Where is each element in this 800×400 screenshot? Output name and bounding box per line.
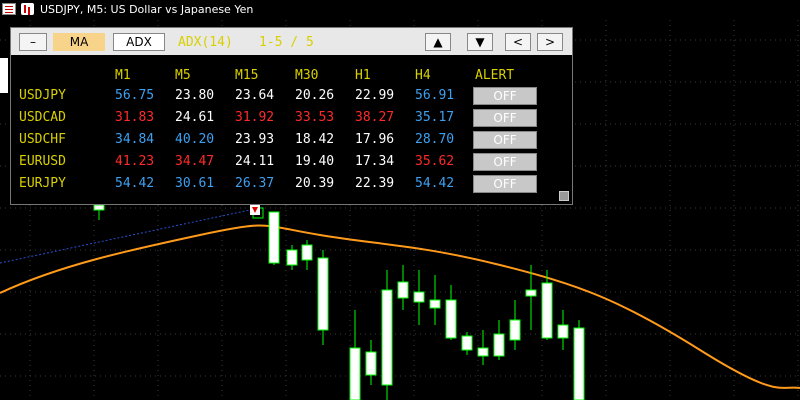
adx-value: 28.70 [415,132,455,147]
candle-body [268,211,280,264]
minimize-button[interactable]: – [19,33,47,51]
adx-value: 34.47 [175,154,215,169]
adx-value: 22.99 [355,88,395,103]
tab-ma[interactable]: MA [53,33,105,51]
adx-value: 54.42 [415,176,455,191]
candle-body [413,291,425,303]
chart-window-icon [21,3,34,15]
trend-line [0,209,251,264]
header-h4: H4 [415,68,431,83]
prev-page-button[interactable]: < [505,33,531,51]
symbol-label: USDCAD [19,110,66,125]
candle-body [445,299,457,339]
alert-toggle-button[interactable]: OFF [473,131,537,149]
candle-body [317,257,329,331]
adx-value: 24.61 [175,110,215,125]
alert-toggle-button[interactable]: OFF [473,87,537,105]
adx-value: 17.34 [355,154,395,169]
candle-body [573,327,585,400]
adx-value: 19.40 [295,154,335,169]
scroll-up-button[interactable]: ▲ [425,33,451,51]
candle-body [429,299,441,309]
table-row: USDJPY 56.75 23.80 23.64 20.26 22.99 56.91 OFF [11,87,572,110]
symbol-label: USDJPY [19,88,66,103]
header-m1: M1 [115,68,131,83]
candle-body [93,204,105,211]
adx-value: 26.37 [235,176,275,191]
chart-title-bar: USDJPY, M5: US Dollar vs Japanese Yen [0,0,800,20]
candle-body [349,347,361,400]
adx-value: 35.17 [415,110,455,125]
header-m30: M30 [295,68,319,83]
adx-value: 31.83 [115,110,155,125]
window-menu-icon[interactable] [2,3,16,15]
adx-value: 31.92 [235,110,275,125]
candle-body [0,58,8,93]
candle-body [557,324,569,339]
table-row: USDCHF 34.84 40.20 23.93 18.42 17.96 28.70 OFF [11,131,572,154]
next-page-button[interactable]: > [537,33,563,51]
adx-value: 38.27 [355,110,395,125]
table-row: EURJPY 54.42 30.61 26.37 20.39 22.39 54.42 OFF [11,175,572,198]
header-m5: M5 [175,68,191,83]
adx-dashboard-panel: – MA ADX ADX(14) 1-5 / 5 ▲ ▼ < > M1 M5 M… [10,27,573,205]
adx-value: 17.96 [355,132,395,147]
adx-value: 23.93 [235,132,275,147]
adx-value: 40.20 [175,132,215,147]
candle-body [286,249,298,266]
adx-value: 22.39 [355,176,395,191]
candle-body [461,335,473,351]
adx-value: 35.62 [415,154,455,169]
candle-body [381,289,393,386]
symbol-label: EURJPY [19,176,66,191]
header-m15: M15 [235,68,259,83]
alert-toggle-button[interactable]: OFF [473,153,537,171]
alert-toggle-button[interactable]: OFF [473,175,537,193]
chart-title: USDJPY, M5: US Dollar vs Japanese Yen [40,3,254,16]
adx-value: 30.61 [175,176,215,191]
header-h1: H1 [355,68,371,83]
adx-value: 54.42 [115,176,155,191]
resize-handle[interactable] [559,191,569,201]
adx-value: 41.23 [115,154,155,169]
adx-value: 33.53 [295,110,335,125]
candle-body [301,244,313,261]
header-alert: ALERT [475,68,515,83]
candle-body [477,347,489,357]
adx-value: 24.11 [235,154,275,169]
candle-body [397,281,409,299]
candle-body [493,333,505,357]
symbol-label: USDCHF [19,132,66,147]
adx-value: 20.39 [295,176,335,191]
candle-body [365,351,377,376]
page-indicator: 1-5 / 5 [259,34,314,50]
symbol-label: EURUSD [19,154,66,169]
adx-value: 23.64 [235,88,275,103]
adx-value: 34.84 [115,132,155,147]
candle-body [525,289,537,297]
table-row: EURUSD 41.23 34.47 24.11 19.40 17.34 35.62 OFF [11,153,572,176]
adx-value: 56.75 [115,88,155,103]
scroll-down-button[interactable]: ▼ [467,33,493,51]
candle-body [541,282,553,339]
table-row: USDCAD 31.83 24.61 31.92 33.53 38.27 35.17 OFF [11,109,572,132]
alert-toggle-button[interactable]: OFF [473,109,537,127]
tab-adx[interactable]: ADX [113,33,165,51]
indicator-label: ADX(14) [178,34,233,50]
adx-value: 23.80 [175,88,215,103]
dashboard-toolbar: – MA ADX ADX(14) 1-5 / 5 ▲ ▼ < > [11,28,572,55]
adx-value: 56.91 [415,88,455,103]
adx-value: 20.26 [295,88,335,103]
candle-body [509,319,521,341]
adx-value: 18.42 [295,132,335,147]
